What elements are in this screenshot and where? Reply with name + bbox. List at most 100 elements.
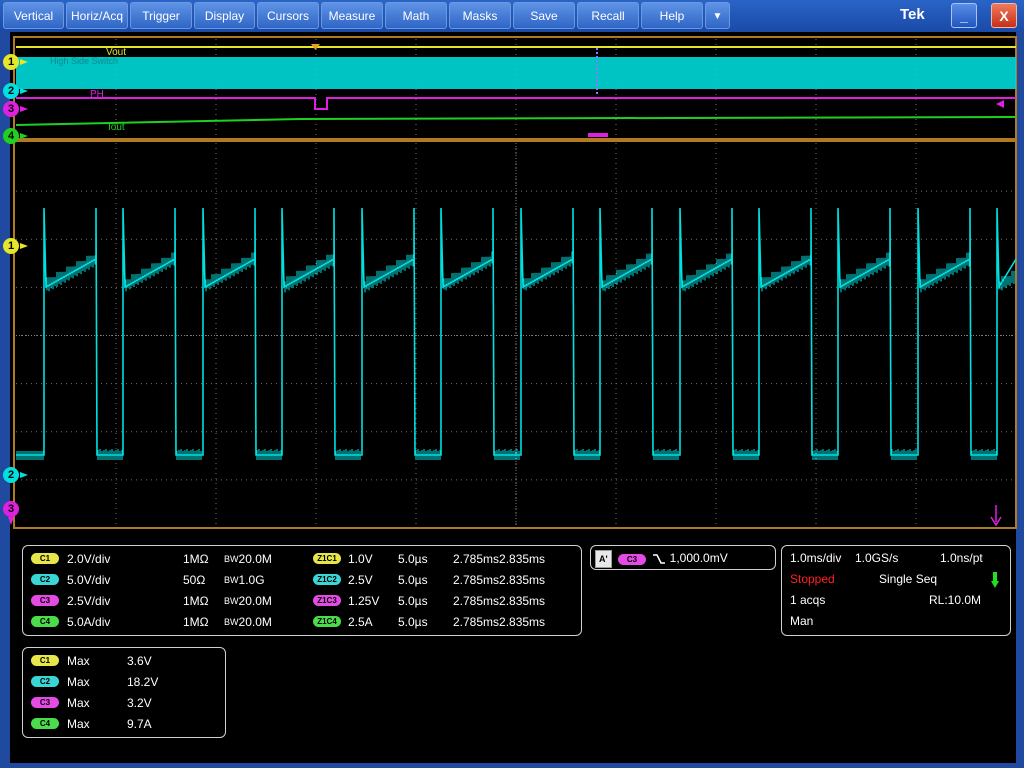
zoom-time: 5.0µs [398, 573, 428, 587]
measurement-badge[interactable]: C4 [31, 718, 59, 729]
measurement-row[interactable]: C1 Max 3.6V [31, 653, 221, 669]
trigger-ready-icon [991, 572, 999, 588]
channel-row[interactable]: C4 5.0A/div 1MΩ BW20.0M Z1C4 2.5A 5.0µs 2.785ms… [31, 614, 576, 630]
channel-row[interactable]: C2 5.0V/div 50Ω BW1.0G Z1C2 2.5V 5.0µs 2.785ms2… [31, 572, 576, 588]
iout-label: Iout [108, 122, 125, 133]
channel-impedance: 50Ω [183, 573, 206, 587]
channel-badge[interactable]: C2 [31, 574, 59, 585]
channel-impedance: 1MΩ [183, 594, 209, 608]
bw-value: 1.0G [238, 573, 265, 587]
measurement-value: 3.2V [127, 696, 152, 710]
bw-value: 20.0M [238, 594, 272, 608]
marker-arrows [8, 59, 28, 525]
trigger-panel[interactable]: A' C3 1,000.0mV [590, 545, 776, 570]
menu-measure[interactable]: Measure [321, 2, 383, 29]
channel-bandwidth: BW20.0M [224, 551, 272, 567]
menu-bar: Vertical Horiz/Acq Trigger Display Curso… [0, 0, 1024, 32]
zoom-scale: 1.25V [348, 594, 380, 608]
bw-sub: W [230, 575, 239, 585]
ch3-offscreen-arrow-icon [990, 505, 1002, 527]
measurement-type: Max [67, 696, 90, 710]
zoom-scale: 1.0V [348, 552, 373, 566]
measurement-type: Max [67, 717, 90, 731]
measurement-badge[interactable]: C2 [31, 676, 59, 687]
close-button[interactable]: X [991, 3, 1017, 28]
zoom-position: 2.785ms2.835ms [453, 552, 546, 566]
channel-row[interactable]: C3 2.5V/div 1MΩ BW20.0M Z1C3 1.25V 5.0µs 2.785m… [31, 593, 576, 609]
menu-help[interactable]: Help [641, 2, 703, 29]
channel-scale: 2.0V/div [67, 552, 111, 566]
menu-save[interactable]: Save [513, 2, 575, 29]
menu-masks[interactable]: Masks [449, 2, 511, 29]
measurement-row[interactable]: C4 Max 9.7A [31, 716, 221, 732]
channel-badge[interactable]: C3 [31, 595, 59, 606]
zoom-time: 5.0µs [398, 594, 428, 608]
minimize-button[interactable]: _ [951, 3, 977, 28]
trigger-channel-badge: C3 [617, 553, 646, 565]
bw-value: 20.0M [238, 615, 272, 629]
brand-logo: Tek [900, 6, 925, 23]
zoom-channel-badge[interactable]: Z1C2 [313, 574, 341, 585]
zoom-channel-badge[interactable]: Z1C4 [313, 616, 341, 627]
acq-mode: Single Seq [879, 572, 938, 586]
channel-bandwidth: BW20.0M [224, 614, 272, 630]
hs-switch-label: High Side Switch [50, 56, 118, 66]
measurement-row[interactable]: C3 Max 3.2V [31, 695, 221, 711]
channel-scale: 2.5V/div [67, 594, 111, 608]
measurement-type: Max [67, 654, 90, 668]
channel-badge[interactable]: C4 [31, 616, 59, 627]
menu-more-button[interactable]: ▼ [705, 2, 730, 29]
trigger-mode: Man [790, 614, 814, 628]
measurement-row[interactable]: C2 Max 18.2V [31, 674, 221, 690]
measurement-value: 9.7A [127, 717, 152, 731]
channel-bandwidth: BW20.0M [224, 593, 272, 609]
zoom-position: 2.785ms2.835ms [453, 615, 546, 629]
waveform-display[interactable]: Vout High Side Switch PH Iout [0, 32, 1024, 540]
measurements-panel[interactable]: C1 Max 3.6V C2 Max 18.2V C3 Max 3.2V C4 Max 9.7A [22, 647, 226, 738]
measurement-value: 18.2V [127, 675, 159, 689]
bw-sub: W [230, 617, 239, 627]
bottom-frame [0, 763, 1024, 768]
zoom-position: 2.785ms2.835ms [453, 594, 546, 608]
channel-settings-panel[interactable]: C1 2.0V/div 1MΩ BW20.0M Z1C1 1.0V 5.0µs 2.785ms… [22, 545, 582, 636]
acq-state: Stopped [790, 572, 835, 586]
zoom-scale: 2.5V [348, 573, 373, 587]
menu-recall[interactable]: Recall [577, 2, 639, 29]
acquisition-panel[interactable]: 1.0ms/div 1.0GS/s 1.0ns/pt Stopped Singl… [781, 545, 1011, 636]
menu-trigger[interactable]: Trigger [130, 2, 192, 29]
bw-sub: W [230, 554, 239, 564]
measurement-badge[interactable]: C1 [31, 655, 59, 666]
zoom-channel-badge[interactable]: Z1C3 [313, 595, 341, 606]
trigger-source-badge: A' [595, 550, 612, 568]
bw-value: 20.0M [238, 552, 272, 566]
ch2-zoom-trace [16, 57, 1016, 89]
acq-count: 1 acqs [790, 593, 826, 607]
channel-bandwidth: BW1.0G [224, 572, 265, 588]
menu-cursors[interactable]: Cursors [257, 2, 319, 29]
zoom-time: 5.0µs [398, 552, 428, 566]
ch4-zoom-trace [15, 116, 1017, 126]
channel-badge[interactable]: C1 [31, 553, 59, 564]
zoom-time: 5.0µs [398, 615, 428, 629]
ch3-zoom-marker [588, 133, 608, 137]
zoom-position: 2.785ms2.835ms [453, 573, 546, 587]
zoom-scale: 2.5A [348, 615, 373, 629]
channel-impedance: 1MΩ [183, 552, 209, 566]
menu-display[interactable]: Display [194, 2, 255, 29]
channel-scale: 5.0V/div [67, 573, 111, 587]
channel-row[interactable]: C1 2.0V/div 1MΩ BW20.0M Z1C1 1.0V 5.0µs 2.785ms… [31, 551, 576, 567]
zoom-channel-badge[interactable]: Z1C1 [313, 553, 341, 564]
measurement-badge[interactable]: C3 [31, 697, 59, 708]
resolution: 1.0ns/pt [940, 551, 983, 565]
falling-edge-icon [653, 554, 666, 564]
measurement-type: Max [67, 675, 90, 689]
menu-horiz-acq[interactable]: Horiz/Acq [66, 2, 128, 29]
main-window-frame [13, 140, 1017, 529]
channel-scale: 5.0A/div [67, 615, 111, 629]
timebase: 1.0ms/div [790, 551, 842, 565]
trigger-level: 1,000.0mV [669, 551, 728, 566]
sample-rate: 1.0GS/s [855, 551, 899, 565]
ph-label: PH [90, 89, 104, 100]
channel-impedance: 1MΩ [183, 615, 209, 629]
menu-math[interactable]: Math [385, 2, 447, 29]
